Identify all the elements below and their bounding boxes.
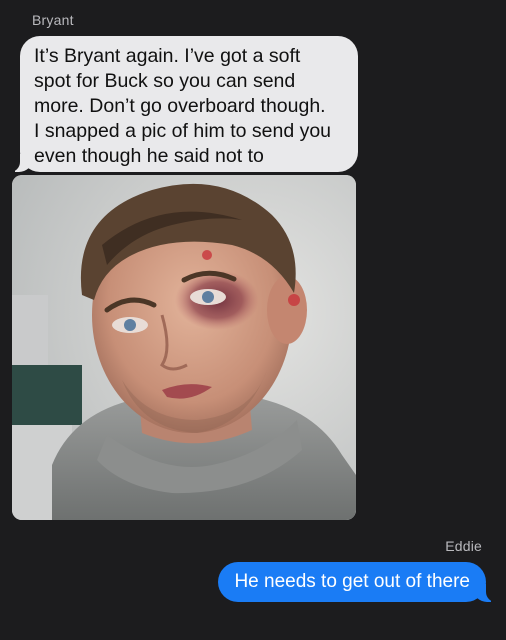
message-text: He needs to get out of there <box>234 571 470 592</box>
message-line: spot for Buck so you can send <box>34 70 296 92</box>
sender-name-bryant: Bryant <box>32 12 74 28</box>
incoming-message-bubble[interactable]: It’s Bryant again. I’ve got a soft spot … <box>9 36 358 172</box>
outgoing-message-bubble[interactable]: He needs to get out of there <box>218 562 497 602</box>
message-line: more. Don’t go overboard though. <box>34 95 326 117</box>
message-line: even though he said not to <box>34 145 264 167</box>
photo-image <box>12 175 356 520</box>
message-line: I snapped a pic of him to send you <box>34 120 332 142</box>
message-line: It’s Bryant again. I’ve got a soft <box>34 45 301 67</box>
sender-name-eddie: Eddie <box>445 538 482 554</box>
photo-attachment[interactable] <box>12 175 356 520</box>
